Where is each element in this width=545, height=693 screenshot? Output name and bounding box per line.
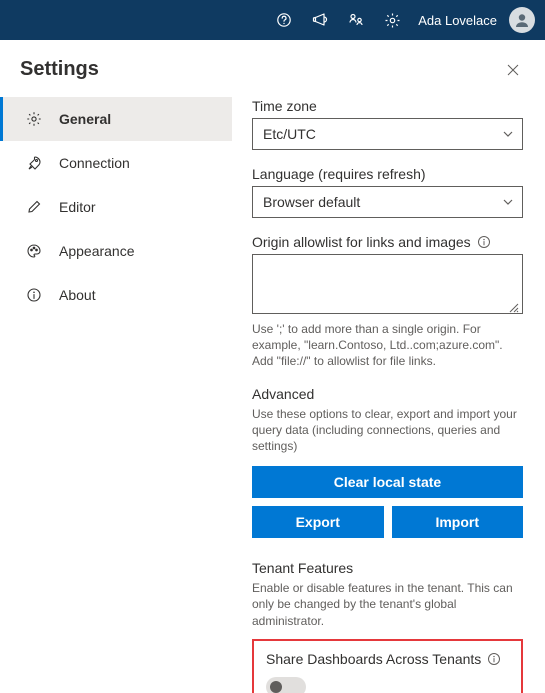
tenant-title: Tenant Features	[252, 560, 523, 576]
nav-item-editor[interactable]: Editor	[0, 185, 232, 229]
language-value: Browser default	[263, 194, 360, 210]
share-dashboards-toggle[interactable]	[266, 677, 306, 693]
export-button[interactable]: Export	[252, 506, 384, 538]
language-label: Language (requires refresh)	[252, 166, 523, 182]
origin-label: Origin allowlist for links and images	[252, 234, 523, 250]
megaphone-icon[interactable]	[304, 4, 336, 36]
nav-item-label: Appearance	[59, 243, 135, 259]
rocket-icon	[25, 154, 43, 172]
info-icon	[25, 286, 43, 304]
share-dashboards-text: Share Dashboards Across Tenants	[266, 651, 481, 667]
language-select[interactable]: Browser default	[252, 186, 523, 218]
tenant-helper: Enable or disable features in the tenant…	[252, 580, 523, 629]
import-button[interactable]: Import	[392, 506, 524, 538]
nav-item-general[interactable]: General	[0, 97, 232, 141]
timezone-label: Time zone	[252, 98, 523, 114]
info-icon[interactable]	[477, 235, 491, 249]
origin-helper: Use ';' to add more than a single origin…	[252, 321, 523, 370]
tenant-section: Tenant Features Enable or disable featur…	[252, 560, 523, 693]
nav-item-label: About	[59, 287, 96, 303]
help-icon[interactable]	[268, 4, 300, 36]
origin-label-text: Origin allowlist for links and images	[252, 234, 471, 250]
advanced-title: Advanced	[252, 386, 523, 402]
settings-gear-icon[interactable]	[376, 4, 408, 36]
gear-icon	[25, 110, 43, 128]
info-icon[interactable]	[487, 652, 501, 666]
timezone-select[interactable]: Etc/UTC	[252, 118, 523, 150]
page-header: Settings	[0, 40, 232, 93]
timezone-field: Time zone Etc/UTC	[252, 98, 523, 150]
settings-nav: General Connection Editor	[0, 97, 232, 317]
chevron-down-icon	[502, 128, 514, 140]
feedback-icon[interactable]	[340, 4, 372, 36]
timezone-value: Etc/UTC	[263, 126, 316, 142]
advanced-section: Advanced Use these options to clear, exp…	[252, 386, 523, 539]
origin-field: Origin allowlist for links and images Us…	[252, 234, 523, 370]
clear-local-state-button[interactable]: Clear local state	[252, 466, 523, 498]
nav-item-appearance[interactable]: Appearance	[0, 229, 232, 273]
palette-icon	[25, 242, 43, 260]
nav-item-label: General	[59, 111, 111, 127]
share-dashboards-label: Share Dashboards Across Tenants	[266, 651, 509, 667]
nav-item-connection[interactable]: Connection	[0, 141, 232, 185]
advanced-helper: Use these options to clear, export and i…	[252, 406, 523, 455]
topbar: Ada Lovelace	[0, 0, 545, 40]
chevron-down-icon	[502, 196, 514, 208]
user-name[interactable]: Ada Lovelace	[412, 13, 505, 28]
nav-item-label: Editor	[59, 199, 96, 215]
nav-item-about[interactable]: About	[0, 273, 232, 317]
toggle-knob	[270, 681, 282, 693]
close-button[interactable]	[501, 58, 525, 82]
tenant-highlight-box: Share Dashboards Across Tenants	[252, 639, 523, 693]
page-title: Settings	[20, 58, 99, 81]
edit-icon	[25, 198, 43, 216]
language-field: Language (requires refresh) Browser defa…	[252, 166, 523, 218]
avatar[interactable]	[509, 7, 535, 33]
nav-item-label: Connection	[59, 155, 130, 171]
origin-textarea[interactable]	[252, 254, 523, 314]
